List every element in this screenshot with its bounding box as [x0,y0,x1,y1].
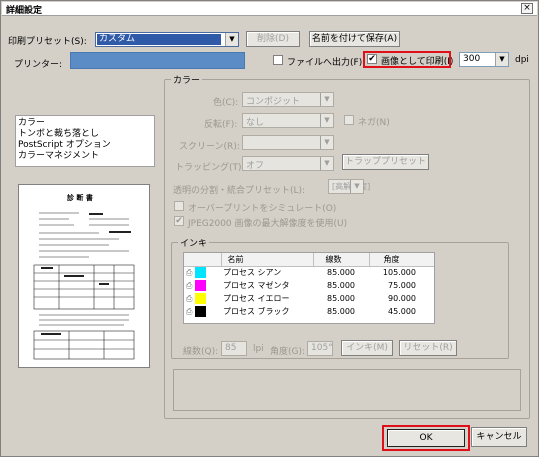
dpi-select[interactable]: 300 ▼ [459,52,509,67]
color-mode-label: 色(C): [213,98,239,108]
ink-swatch-magenta [194,280,206,291]
ink-name: プロセス マゼンタ [223,281,290,290]
ink-name: プロセス シアン [223,268,282,278]
flatten-preset-label: 透明の分割・統合プリセット(L): [173,186,306,196]
ink-frequency-label: 線数(Q): [183,347,219,357]
ink-header-name: 名前 [221,253,314,267]
ink-button[interactable]: インキ(M) [341,340,393,356]
ink-frequency-value: 85 [225,343,237,353]
chevron-down-icon: ▼ [495,53,508,66]
trapping-select[interactable]: オフ ▼ [242,156,334,171]
preset-select[interactable]: カスタム ▼ [95,32,239,47]
flatten-preset-select[interactable]: [高解像度] ▼ [328,179,370,194]
ink-angle: 90.000 [388,294,416,303]
sidebar-item-postscript[interactable]: PostScript オプション [18,140,152,151]
negative-label: ネガ(N) [358,118,390,128]
ink-frequency: 85.000 [327,294,355,303]
dpi-select-value: 300 [463,54,481,64]
color-mode-value: コンポジット [246,97,301,107]
trapping-value: オフ [246,161,265,171]
ink-header-angle: 角度 [369,253,434,267]
chevron-down-icon: ▼ [320,136,333,149]
print-as-image-checkbox[interactable]: ✔ [367,54,377,64]
ink-swatch-yellow [194,293,206,304]
ok-button[interactable]: OK [387,429,465,447]
print-as-image-label: 画像として印刷(I) [381,57,454,67]
sidebar-item-marks-bleeds[interactable]: トンボと裁ち落とし [18,129,152,140]
preset-label: 印刷プリセット(S): [8,37,87,47]
ink-group-title: インキ [178,236,210,249]
ink-frequency: 85.000 [327,281,355,290]
settings-category-list: カラー トンボと裁ち落とし PostScript オプション カラーマネジメント [15,115,155,167]
printer-icon: ⎙ [186,294,193,303]
printer-name-field[interactable] [70,52,245,69]
chevron-down-icon: ▼ [350,180,363,193]
ink-angle: 45.000 [388,307,416,316]
trap-preset-button[interactable]: トラッププリセット [342,154,429,170]
cancel-button[interactable]: キャンセル [471,427,527,447]
chevron-down-icon: ▼ [225,33,238,46]
output-to-file-checkbox[interactable] [273,55,283,65]
ink-table-header: 名前 線数 角度 [184,253,434,267]
color-group-title: カラー [171,73,203,86]
ink-angle: 105.000 [382,268,416,278]
chevron-down-icon: ▼ [320,157,333,170]
simulate-overprint-label: オーバープリントをシミュレート(O) [188,204,337,214]
window-title: 詳細設定 [6,6,43,16]
flip-label: 反転(F): [204,120,238,130]
ink-angle-value: 105° [311,343,333,353]
ink-name: プロセス イエロー [223,294,290,303]
ink-angle-label: 角度(G): [270,347,306,357]
simulate-overprint-checkbox[interactable] [174,201,184,211]
table-row[interactable]: ⎙ プロセス ブラック 85.000 45.000 [184,305,434,318]
title-bar: 詳細設定 × [2,2,537,16]
save-preset-as-button[interactable]: 名前を付けて保存(A) [309,31,400,47]
ink-reset-button[interactable]: リセット(R) [399,340,457,356]
printer-icon: ⎙ [186,268,193,278]
negative-checkbox[interactable] [344,115,354,125]
preview-document-graphic [33,212,135,360]
trapping-label: トラッピング(T): [175,163,245,173]
ink-frequency: 85.000 [327,268,355,278]
jpeg2000-label: JPEG2000 画像の最大解像度を使用(U) [188,219,348,229]
printer-icon: ⎙ [186,307,193,316]
flip-value: なし [246,118,265,128]
jpeg2000-checkbox[interactable]: ✔ [174,216,184,226]
ink-angle-input[interactable]: 105° [307,341,333,356]
ink-swatch-black [194,306,206,317]
ink-angle: 75.000 [388,281,416,290]
close-button[interactable]: × [521,3,533,14]
output-to-file-label: ファイルへ出力(F) [287,58,363,68]
table-row[interactable]: ⎙ プロセス マゼンタ 85.000 75.000 [184,279,434,292]
printer-label: プリンター: [14,60,63,70]
printer-icon: ⎙ [186,281,193,290]
preset-select-value: カスタム [97,34,221,45]
ink-frequency-input[interactable]: 85 [221,341,247,356]
ink-frequency: 85.000 [327,307,355,316]
color-mode-select[interactable]: コンポジット ▼ [242,92,334,107]
message-area [173,369,521,411]
print-advanced-dialog: 詳細設定 × 印刷プリセット(S): カスタム ▼ 削除(D) 名前を付けて保存… [0,0,539,457]
dpi-unit-label: dpi [515,55,529,65]
flip-select[interactable]: なし ▼ [242,113,334,128]
table-row[interactable]: ⎙ プロセス イエロー 85.000 90.000 [184,292,434,305]
ink-name: プロセス ブラック [223,307,290,316]
sidebar-item-color-management[interactable]: カラーマネジメント [18,151,152,162]
page-preview: 診 断 書 [18,184,150,368]
ink-table: 名前 線数 角度 ⎙ プロセス シアン 85.000 105.000 ⎙ プロセ… [183,252,435,324]
chevron-down-icon: ▼ [320,114,333,127]
table-row[interactable]: ⎙ プロセス シアン 85.000 105.000 [184,266,434,279]
ink-header-frequency: 線数 [313,253,370,267]
screen-label: スクリーン(R): [179,142,240,152]
chevron-down-icon: ▼ [320,93,333,106]
lpi-unit-label: lpi [253,344,264,354]
screen-select[interactable]: ▼ [242,135,334,150]
ink-swatch-cyan [194,267,206,279]
sidebar-item-color[interactable]: カラー [18,118,152,129]
delete-preset-button[interactable]: 削除(D) [246,31,300,47]
